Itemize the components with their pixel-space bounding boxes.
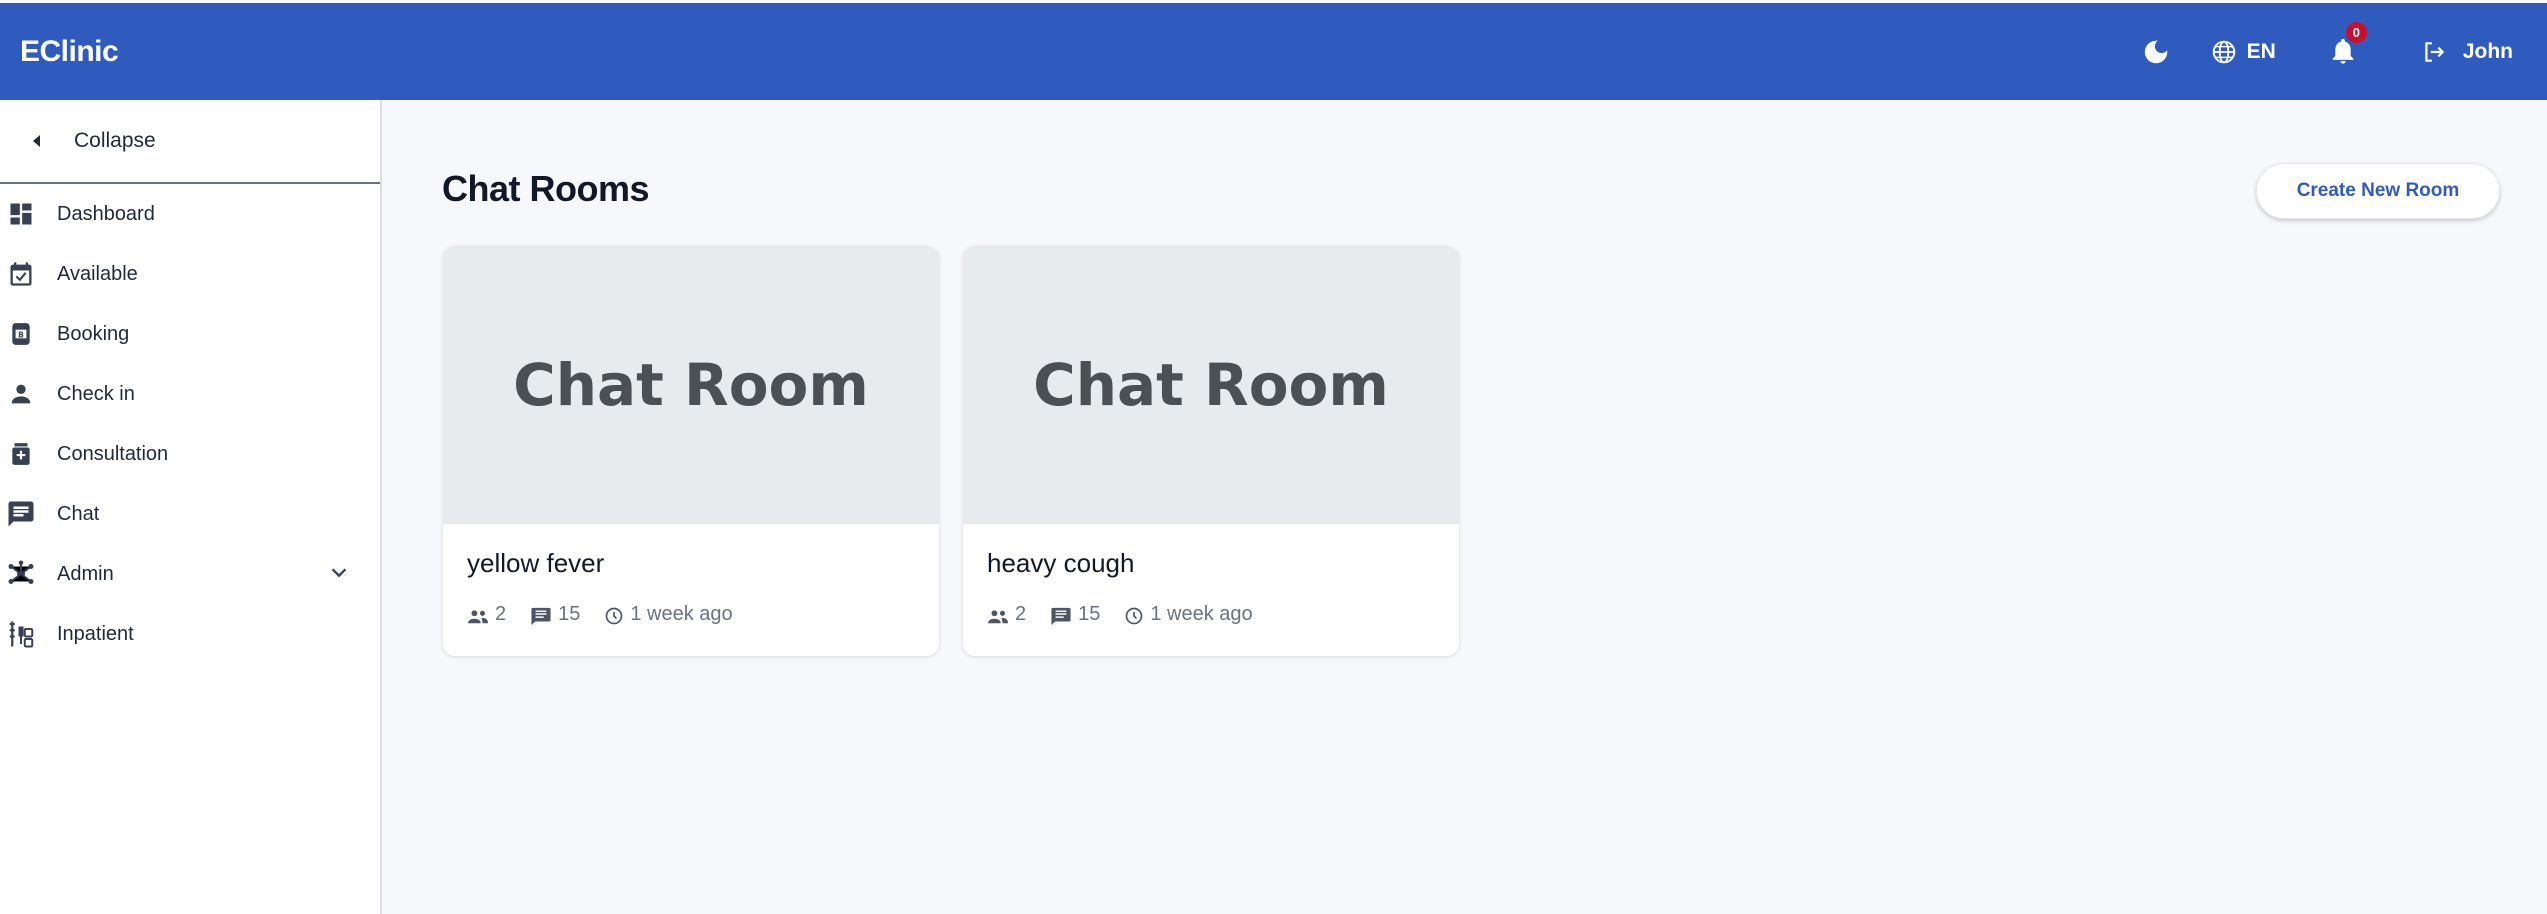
sidebar-item-admin[interactable]: Admin: [0, 544, 380, 604]
create-new-room-button[interactable]: Create New Room: [2256, 163, 2500, 219]
header-actions: EN 0 John: [2141, 3, 2527, 100]
sidebar-item-consultation[interactable]: Consultation: [0, 424, 380, 484]
chat-room-name: heavy cough: [987, 548, 1135, 578]
sidebar-item-label: Available: [57, 262, 138, 285]
message-icon: [1051, 607, 1071, 626]
person-icon: [11, 384, 31, 404]
thumbnail-text: Chat Room: [513, 351, 869, 419]
sidebar-item-label: Booking: [57, 322, 130, 345]
globe-icon: [2212, 40, 2235, 63]
sidebar-item-check-in[interactable]: Check in: [0, 364, 380, 424]
message-count: 15: [1078, 602, 1101, 625]
notification-badge: 0: [2345, 21, 2367, 43]
svg-text:B: B: [18, 330, 24, 339]
hub-icon: [8, 560, 34, 584]
main-content: Chat Rooms Create New Room Chat Room yel…: [384, 100, 2547, 914]
chat-room-meta: 2 15 1 week ago: [467, 602, 757, 626]
sidebar-item-dashboard[interactable]: Dashboard: [0, 184, 380, 244]
user-name: John: [2462, 39, 2513, 63]
people-icon: [468, 610, 488, 624]
chevron-down-icon[interactable]: [328, 562, 350, 584]
people-icon: [988, 610, 1008, 624]
logout-icon: [2425, 41, 2445, 62]
chat-room-meta: 2 15 1 week ago: [987, 602, 1277, 626]
sidebar-item-label: Dashboard: [57, 202, 155, 225]
user-logout-button[interactable]: John: [2421, 39, 2513, 65]
caret-left-icon: [33, 135, 40, 147]
medical-icon: [12, 443, 30, 465]
notifications-button[interactable]: 0: [2329, 21, 2367, 67]
language-label: EN: [2246, 39, 2276, 63]
language-selector[interactable]: EN: [2211, 39, 2276, 65]
message-icon: [531, 607, 551, 626]
calendar-check-icon: [10, 262, 32, 286]
sidebar-item-label: Chat: [57, 502, 100, 525]
inpatient-icon: [9, 621, 34, 648]
last-active-time: 1 week ago: [1150, 602, 1253, 625]
sidebar-item-booking[interactable]: B Booking: [0, 304, 380, 364]
member-count: 2: [495, 602, 507, 625]
thumbnail-text: Chat Room: [1033, 351, 1389, 419]
collapse-button[interactable]: Collapse: [0, 100, 380, 184]
chat-room-card[interactable]: Chat Room yellow fever 2 15 1 week ago: [443, 246, 939, 656]
chat-room-name: yellow fever: [467, 548, 605, 578]
clock-icon: [1126, 607, 1143, 625]
sidebar-item-label: Consultation: [57, 442, 169, 465]
top-app-bar: EClinic EN 0 John: [0, 3, 2547, 100]
sidebar-item-label: Admin: [57, 562, 114, 585]
page-title: Chat Rooms: [442, 168, 650, 209]
sidebar-item-available[interactable]: Available: [0, 244, 380, 304]
sidebar: Collapse Dashboard Available B Booking C…: [0, 100, 382, 914]
sidebar-item-label: Check in: [57, 382, 135, 405]
chat-icon: [8, 501, 34, 527]
sidebar-item-chat[interactable]: Chat: [0, 484, 380, 544]
moon-icon: [2144, 40, 2167, 63]
theme-toggle-button[interactable]: [2141, 37, 2171, 67]
chat-room-card[interactable]: Chat Room heavy cough 2 15 1 week ago: [963, 246, 1459, 656]
sidebar-item-label: Inpatient: [57, 622, 134, 645]
chat-room-thumbnail: Chat Room: [443, 246, 939, 524]
collapse-label: Collapse: [74, 129, 156, 152]
clock-icon: [606, 607, 623, 625]
member-count: 2: [1015, 602, 1027, 625]
chat-room-thumbnail: Chat Room: [963, 246, 1459, 524]
last-active-time: 1 week ago: [630, 602, 733, 625]
dashboard-icon: [10, 203, 32, 225]
booking-icon: B: [12, 323, 30, 345]
app-logo[interactable]: EClinic: [20, 35, 119, 69]
sidebar-item-inpatient[interactable]: Inpatient: [0, 604, 380, 664]
message-count: 15: [558, 602, 581, 625]
